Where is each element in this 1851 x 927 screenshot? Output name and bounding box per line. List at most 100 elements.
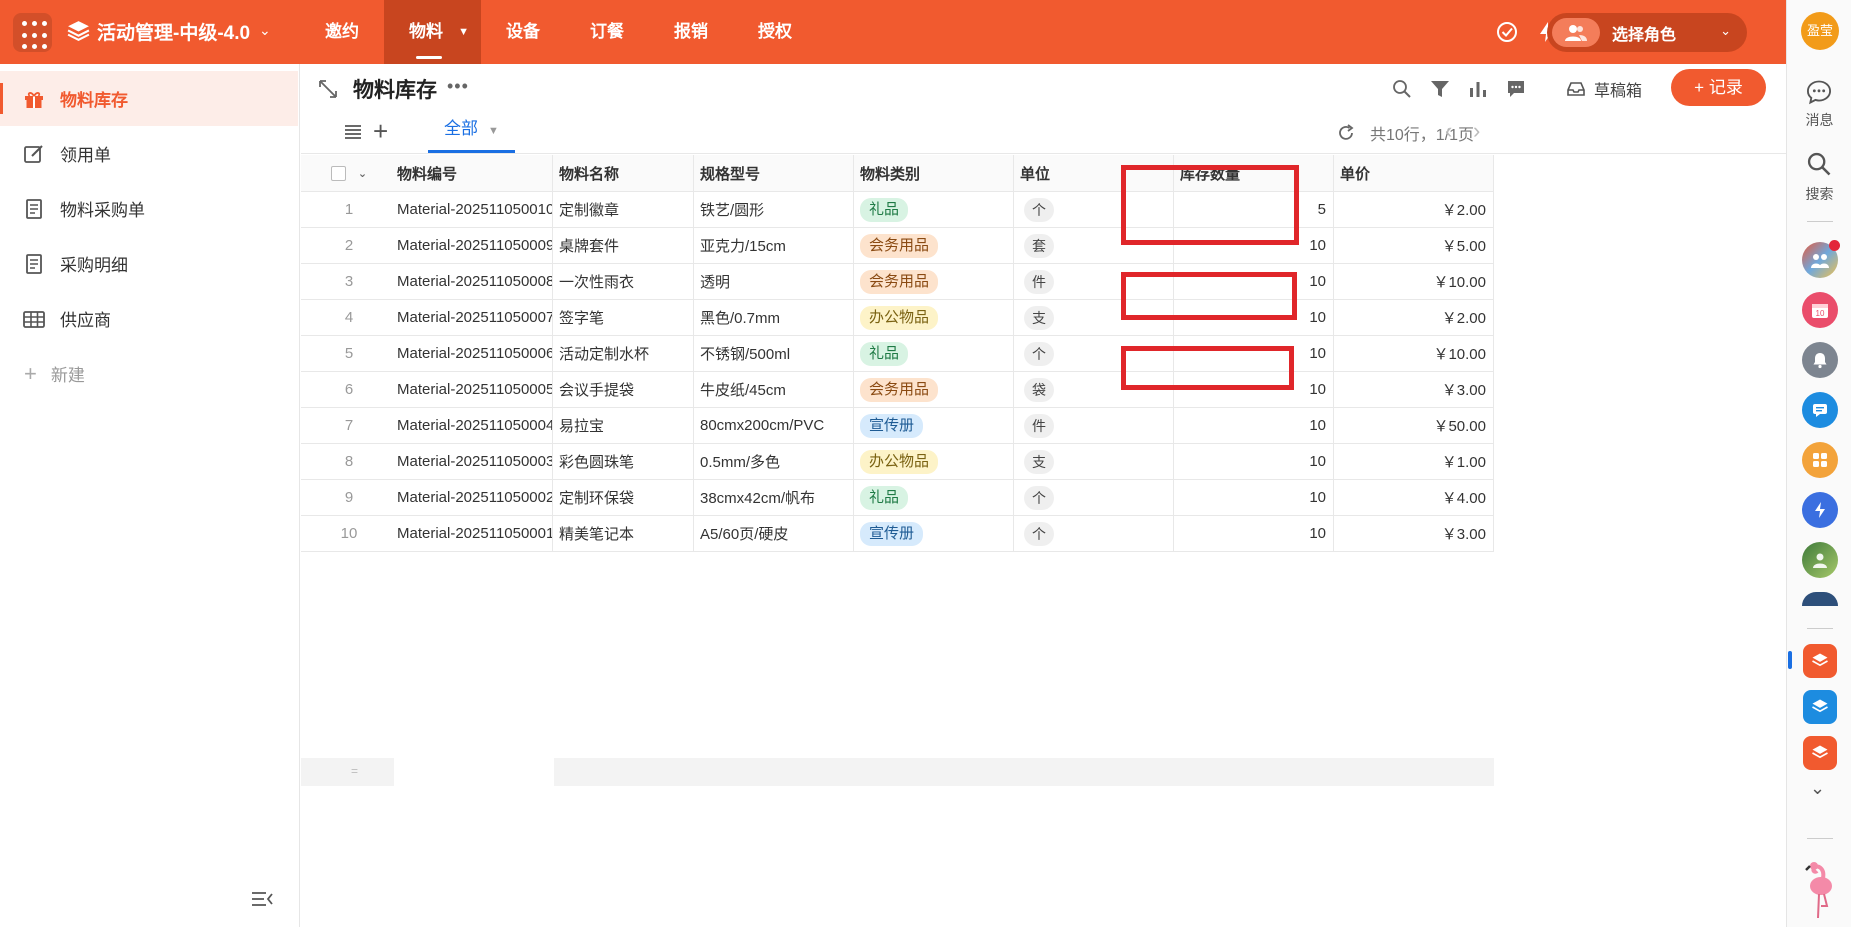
cell-spec[interactable]: 亚克力/15cm	[694, 228, 854, 263]
cell-code[interactable]: Material-202511050001	[397, 516, 553, 551]
next-page-icon[interactable]: ›	[1473, 118, 1480, 144]
message-icon[interactable]	[1805, 78, 1833, 106]
cell-category[interactable]: 办公物品	[854, 444, 1014, 479]
nav-item-meals[interactable]: 订餐	[565, 0, 649, 64]
check-circle-icon[interactable]	[1495, 20, 1519, 44]
cell-spec[interactable]: 透明	[694, 264, 854, 299]
add-record-button[interactable]: + 记录	[1671, 69, 1766, 106]
table-row[interactable]: 7 Material-202511050004 易拉宝 80cmx200cm/PVC 宣…	[301, 408, 1494, 444]
cell-spec[interactable]: 黑色/0.7mm	[694, 300, 854, 335]
nav-item-reimburse[interactable]: 报销	[649, 0, 733, 64]
column-header-name[interactable]: 物料名称	[553, 155, 694, 191]
cell-quantity[interactable]: 10	[1174, 516, 1334, 551]
sidebar-item-purchase-order[interactable]: 物料采购单	[0, 181, 298, 236]
chevron-down-icon[interactable]: ⌄	[358, 167, 367, 180]
search-icon[interactable]	[1391, 78, 1413, 100]
table-row[interactable]: 1 Material-202511050010 定制徽章 铁艺/圆形 礼品个 5 ￥2.00	[301, 192, 1494, 228]
expand-icon[interactable]	[317, 78, 339, 100]
flamingo-mascot-icon[interactable]	[1801, 856, 1839, 920]
cell-code[interactable]: Material-202511050008	[397, 264, 553, 299]
cell-category[interactable]: 宣传册	[854, 408, 1014, 443]
nav-item-authorize[interactable]: 授权	[733, 0, 817, 64]
app-shortcut-orange-icon[interactable]	[1803, 736, 1837, 770]
ai-spark-icon[interactable]	[1802, 492, 1838, 528]
cell-spec[interactable]: 80cmx200cm/PVC	[694, 408, 854, 443]
app-title[interactable]: 活动管理-中级-4.0	[97, 18, 250, 45]
cell-spec[interactable]: 不锈钢/500ml	[694, 336, 854, 371]
chat-icon[interactable]	[1802, 392, 1838, 428]
contact-avatar[interactable]	[1802, 542, 1838, 578]
table-row[interactable]: 5 Material-202511050006 活动定制水杯 不锈钢/500ml 礼品 个…	[301, 336, 1494, 372]
cell-quantity[interactable]: 10	[1174, 444, 1334, 479]
chevron-down-icon[interactable]: ⌄	[1810, 778, 1825, 799]
apps-icon[interactable]	[1802, 442, 1838, 478]
select-all-checkbox[interactable]	[330, 165, 346, 181]
cell-code[interactable]: Material-202511050002	[397, 480, 553, 515]
cell-name[interactable]: 易拉宝	[553, 408, 694, 443]
user-avatar[interactable]: 盈莹	[1801, 12, 1839, 50]
cell-code[interactable]: Material-202511050010	[397, 192, 553, 227]
cell-category[interactable]: 礼品	[854, 336, 1014, 371]
cell-unit[interactable]: 件	[1014, 408, 1174, 443]
tab-all[interactable]: 全部 ▼	[428, 112, 515, 153]
search-icon[interactable]	[1805, 150, 1833, 178]
cell-price[interactable]: ￥1.00	[1334, 444, 1494, 479]
column-header-price[interactable]: 单价	[1334, 155, 1494, 191]
collapse-sidebar-icon[interactable]	[250, 889, 274, 909]
more-icon[interactable]: •••	[447, 76, 469, 97]
column-header-category[interactable]: 物料类别	[854, 155, 1014, 191]
cell-price[interactable]: ￥10.00	[1334, 336, 1494, 371]
select-role-button[interactable]: 选择角色 ⌄	[1547, 13, 1747, 52]
cell-name[interactable]: 精美笔记本	[553, 516, 694, 551]
table-row[interactable]: 8 Material-202511050003 彩色圆珠笔 0.5mm/多色 办公物品 支…	[301, 444, 1494, 480]
view-list-icon[interactable]	[343, 122, 363, 142]
cell-name[interactable]: 定制环保袋	[553, 480, 694, 515]
cell-category[interactable]: 办公物品	[854, 300, 1014, 335]
add-view-icon[interactable]: +	[373, 118, 388, 144]
cell-unit[interactable]: 个	[1014, 480, 1174, 515]
prev-page-icon[interactable]: ‹	[1445, 118, 1452, 144]
cell-name[interactable]: 会议手提袋	[553, 372, 694, 407]
cell-price[interactable]: ￥3.00	[1334, 372, 1494, 407]
column-header-spec[interactable]: 规格型号	[694, 155, 854, 191]
cell-spec[interactable]: 牛皮纸/45cm	[694, 372, 854, 407]
refresh-icon[interactable]	[1336, 123, 1356, 143]
app-switch-chevron-icon[interactable]: ⌄	[259, 22, 271, 39]
sidebar-item-purchase-detail[interactable]: 采购明细	[0, 236, 298, 291]
cell-price[interactable]: ￥4.00	[1334, 480, 1494, 515]
cell-category[interactable]: 会务用品	[854, 228, 1014, 263]
nav-item-materials[interactable]: 物料 ▼	[384, 0, 481, 64]
cell-code[interactable]: Material-202511050006	[397, 336, 553, 371]
cell-price[interactable]: ￥2.00	[1334, 300, 1494, 335]
sidebar-item-inventory[interactable]: 物料库存	[0, 71, 298, 126]
sidebar-item-supplier[interactable]: 供应商	[0, 291, 298, 346]
filter-icon[interactable]	[1429, 78, 1451, 100]
calendar-icon[interactable]: 10	[1802, 292, 1838, 328]
cell-spec[interactable]: 38cmx42cm/帆布	[694, 480, 854, 515]
table-row[interactable]: 2 Material-202511050009 桌牌套件 亚克力/15cm 会务用品套 1…	[301, 228, 1494, 264]
bell-icon[interactable]	[1802, 342, 1838, 378]
app-shortcut-activity-icon[interactable]	[1803, 644, 1837, 678]
cell-category[interactable]: 礼品	[854, 192, 1014, 227]
cell-spec[interactable]: 铁艺/圆形	[694, 192, 854, 227]
cell-price[interactable]: ￥3.00	[1334, 516, 1494, 551]
cell-category[interactable]: 礼品	[854, 480, 1014, 515]
cell-name[interactable]: 一次性雨衣	[553, 264, 694, 299]
table-row[interactable]: 6 Material-202511050005 会议手提袋 牛皮纸/45cm 会务用品 袋…	[301, 372, 1494, 408]
cell-price[interactable]: ￥5.00	[1334, 228, 1494, 263]
cell-quantity[interactable]: 10	[1174, 480, 1334, 515]
cell-category[interactable]: 宣传册	[854, 516, 1014, 551]
cell-code[interactable]: Material-202511050007	[397, 300, 553, 335]
cell-name[interactable]: 签字笔	[553, 300, 694, 335]
sidebar-item-requisition[interactable]: 领用单	[0, 126, 298, 181]
comment-icon[interactable]	[1505, 78, 1527, 100]
table-row[interactable]: 4 Material-202511050007 签字笔 黑色/0.7mm 办公物品支 10…	[301, 300, 1494, 336]
cell-quantity[interactable]: 10	[1174, 408, 1334, 443]
contact-avatar-partial[interactable]	[1802, 592, 1838, 606]
table-row[interactable]: 3 Material-202511050008 一次性雨衣 透明 会务用品件 10 ￥10.…	[301, 264, 1494, 300]
sidebar-add-button[interactable]: + 新建	[0, 346, 298, 401]
cell-category[interactable]: 会务用品	[854, 372, 1014, 407]
nav-item-invite[interactable]: 邀约	[300, 0, 384, 64]
column-header-code[interactable]: 物料编号	[397, 155, 553, 191]
cell-price[interactable]: ￥2.00	[1334, 192, 1494, 227]
